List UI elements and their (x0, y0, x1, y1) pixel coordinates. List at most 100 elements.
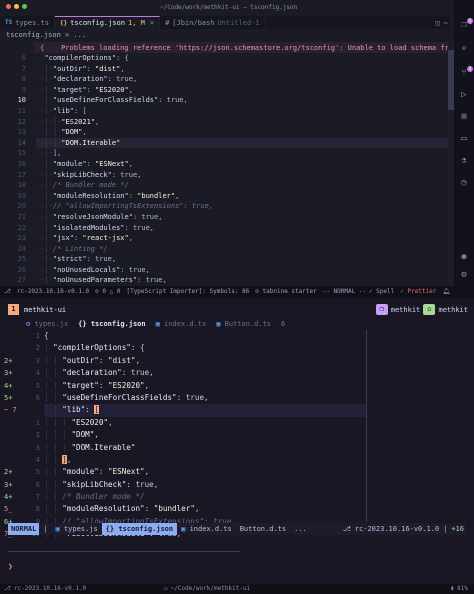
code-line: ··│·"declaration": true, (36, 75, 138, 84)
run-debug-icon[interactable]: ▷ (459, 90, 469, 100)
line-number: 16 (17, 159, 26, 168)
tab-label: tsconfig.json (70, 19, 125, 27)
command-line-divider (8, 551, 240, 552)
nvim-gutter: 1 2 2+ 3 3+ 4 4+ 5 5+ 6 ~ 7 1 2 3 4 2+ 5 3+ 6 … (0, 330, 44, 541)
host-name: methkit (438, 305, 468, 314)
source-control-badge: 2 (467, 66, 473, 72)
window-controls[interactable] (6, 4, 27, 9)
status-prettier[interactable]: ✓ Prettier (400, 288, 436, 295)
code-line: ··│·"isolatedModules": true, (36, 223, 155, 232)
code-line: ··│·/* Bundler mode */ (36, 181, 129, 190)
tab-types-ts[interactable]: TS types.ts (0, 16, 55, 29)
explorer-badge: 1 (467, 18, 473, 24)
extensions-icon[interactable]: ⊞ (459, 112, 469, 122)
timeline-icon[interactable]: ◷ (459, 178, 469, 188)
battery-icon: ▮ (450, 585, 455, 592)
gutter-line: 5+ 6 (4, 393, 40, 402)
minimize-window-icon[interactable] (14, 4, 19, 9)
account-icon[interactable]: ◉ (459, 252, 469, 262)
current-code-line: │ │ "lib": [ (44, 404, 366, 417)
close-tab-icon[interactable]: × (150, 19, 154, 27)
statusline-buffer[interactable]: ▣ types.js (52, 523, 102, 535)
status-branch[interactable]: rc-2023.10.16-v0.1.0 (17, 288, 89, 295)
buffer-tab-tsconfig-json[interactable]: {} tsconfig.json (78, 320, 145, 328)
status-vim-mode: -- NORMAL -- (322, 288, 367, 295)
buffer-tab-types-js[interactable]: ⚙ types.js (26, 320, 68, 328)
buffer-tab-index-d-ts[interactable]: ▣ index.d.ts (156, 320, 207, 328)
system-status-bar: ⎇ rc-2023.10.16-v0.1.0 ▭ ~/Code/work/met… (0, 584, 474, 594)
statusline-separator: | (443, 525, 448, 533)
gutter-line: 4+ 7 (4, 493, 40, 502)
line-number: 22 (17, 223, 26, 232)
maximize-window-icon[interactable] (22, 4, 27, 9)
session-name: methkit (390, 305, 421, 314)
line-number: 26 (17, 265, 26, 274)
settings-gear-icon[interactable]: ⚙ (459, 270, 469, 280)
battery-level: 81% (457, 585, 468, 592)
line-number: 25 (17, 255, 26, 264)
tab-tsconfig-json[interactable]: {} tsconfig.json 1, M × (54, 16, 161, 29)
line-number: 7 (21, 64, 26, 73)
statusline-buffer-active[interactable]: {} tsconfig.json (101, 523, 178, 535)
line-number: 12 (17, 117, 26, 126)
gutter-line: 5_ 8 (4, 505, 40, 514)
git-branch-icon: ⎇ (4, 585, 11, 592)
typescript-file-icon: TS (5, 19, 13, 26)
window-separator (366, 330, 367, 522)
split-editor-icon[interactable]: ◫ (436, 19, 440, 27)
statusline-buffer[interactable]: Button.d.ts (236, 523, 290, 535)
code-line: │ │ │ "DOM", (44, 430, 99, 440)
code-line: ··│·"useDefineForClassFields": true, (36, 96, 188, 105)
code-line: │ │ "useDefineForClassFields": true, (44, 392, 209, 402)
gutter-line: 3+ 4 (4, 369, 40, 378)
line-number: 8 (21, 75, 26, 84)
line-number: 23 (17, 234, 26, 243)
gutter-line: 3 (35, 443, 40, 452)
code-line: ··│·"skipLibCheck": true, (36, 170, 142, 179)
line-number: 18 (17, 181, 26, 190)
current-code-line: ··│·│·"DOM.Iterable" (36, 137, 450, 149)
buffer-tab-button-d-ts[interactable]: ▣ Button.d.ts (216, 320, 271, 328)
tab-label: [Jbin/bash (172, 18, 215, 27)
tab-untitled[interactable]: # [Jbin/bash Untitled-1 (160, 16, 266, 29)
status-spell[interactable]: ✓ Spell (369, 288, 394, 295)
json-file-icon: {} (105, 525, 119, 533)
testing-icon[interactable]: ⚗ (459, 156, 469, 166)
notifications-bell-icon[interactable]: 🔔︎ (442, 288, 450, 295)
code-line: │ │ │ "DOM.Iterable" (44, 442, 136, 452)
git-branch-icon: ⎇ (342, 525, 351, 533)
code-line: ··│·"strict": true, (36, 255, 117, 264)
code-line: │ │ "declaration": true, (44, 368, 154, 378)
shell-prompt[interactable]: ❯ (8, 562, 13, 571)
typescript-file-icon: ▣ (181, 525, 190, 533)
tab-label: types.ts (15, 18, 49, 27)
more-actions-icon[interactable]: ⋯ (444, 19, 448, 27)
code-line: ··"compilerOptions": { (36, 54, 129, 62)
statusline-buffer[interactable]: ▣ index.d.ts (177, 523, 236, 535)
terminal-title: methkit-ui (24, 306, 67, 314)
statusline-branch: rc-2023.10.16-v0.1.0 (354, 525, 440, 533)
nvim-code-buffer[interactable]: { │ "compilerOptions": { │ │ "outDir": "… (44, 330, 366, 541)
gutter-line: 3+ 6 (4, 480, 40, 489)
status-tabnine[interactable]: ⊙ tabnine starter (255, 288, 316, 295)
line-number: 14 (17, 138, 26, 147)
current-gutter-line: ~ 7 (4, 406, 17, 415)
terminal-tab-number[interactable]: 1 (8, 304, 19, 315)
sysbar-path: ~/Code/work/methkit-ui (170, 585, 251, 592)
gutter-line: 2+ 5 (4, 468, 40, 477)
search-icon[interactable]: ⌕ (459, 44, 469, 54)
code-editor[interactable]: ··"compilerOptions": { ··│·"outDir": "di… (36, 53, 450, 297)
close-window-icon[interactable] (6, 4, 11, 9)
status-sync[interactable]: ⊙ 0 △ 0 (95, 288, 120, 295)
nvim-bufferline: ⚙ types.js {} tsconfig.json ▣ index.d.ts… (26, 318, 446, 329)
status-importer[interactable]: [TypeScript Importer]: Symbols: 86 (126, 288, 249, 295)
problem-banner[interactable]: { Problems loading reference 'https://js… (34, 42, 450, 53)
current-line-number: 10 (17, 96, 26, 105)
cursor: [ (94, 405, 99, 415)
line-number: 24 (17, 244, 26, 253)
breadcrumb[interactable]: tsconfig.json > ... (6, 31, 86, 39)
statusline-separator: | (43, 525, 48, 533)
line-number: 21 (17, 212, 26, 221)
remote-explorer-icon[interactable]: ▭ (459, 134, 469, 144)
code-line: │ │ ], (44, 454, 72, 464)
